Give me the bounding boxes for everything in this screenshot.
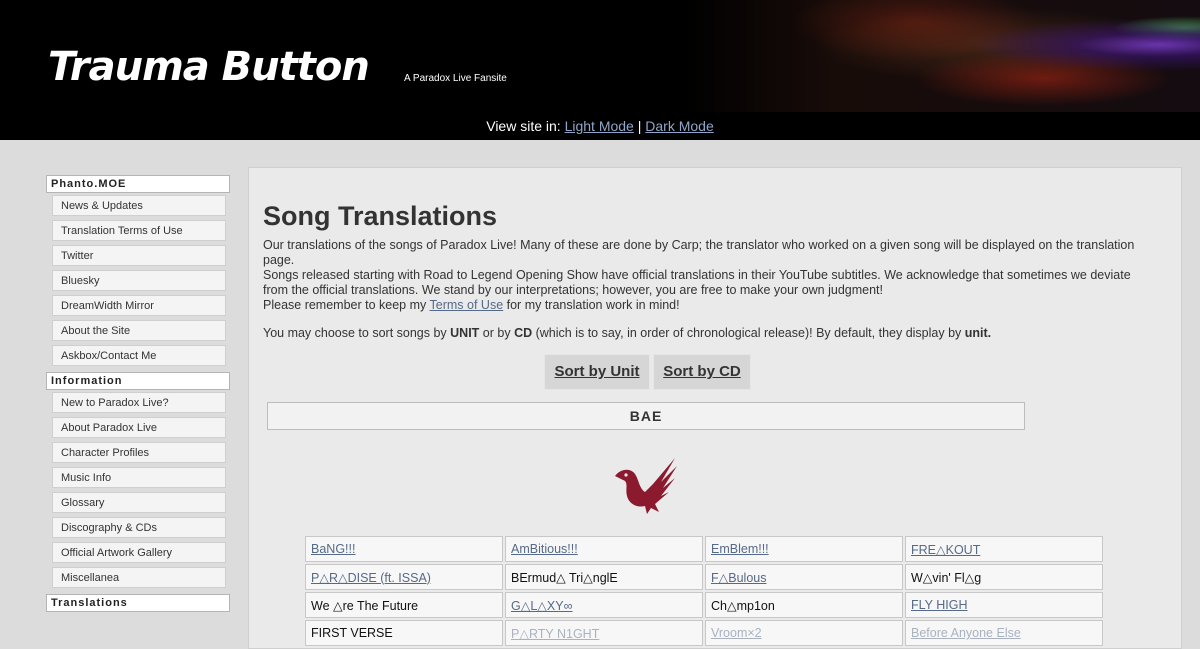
terms-of-use-link[interactable]: Terms of Use xyxy=(430,298,504,312)
sidebar-item[interactable]: Official Artwork Gallery xyxy=(52,542,226,563)
song-cell[interactable]: F△Bulous xyxy=(705,564,903,590)
song-table: BaNG!!! AmBitious!!! EmBlem!!! FRE△KOUT P△R△… xyxy=(303,534,1105,648)
site-tagline: A Paradox Live Fansite xyxy=(404,73,507,84)
sidebar-section: Phanto.MOE News & Updates Translation Term… xyxy=(46,175,230,366)
song-cell[interactable]: G△L△XY∞ xyxy=(505,592,703,618)
sort-cd-word: CD xyxy=(514,326,533,340)
sidebar-item[interactable]: Music Info xyxy=(52,467,226,488)
sidebar-item[interactable]: Askbox/Contact Me xyxy=(52,345,226,366)
sidebar-heading: Translations xyxy=(46,594,230,612)
mode-separator: | xyxy=(637,118,642,134)
intro-line-1: Our translations of the songs of Paradox… xyxy=(263,238,1135,267)
sidebar-section: Translations xyxy=(46,594,230,612)
sort-text-2: or by xyxy=(479,326,515,340)
sort-by-unit-button[interactable]: Sort by Unit xyxy=(544,354,650,390)
song-cell[interactable]: FRE△KOUT xyxy=(905,536,1103,562)
sidebar-item[interactable]: Bluesky xyxy=(52,270,226,291)
song-cell[interactable]: Before Anyone Else xyxy=(905,620,1103,646)
table-row: BaNG!!! AmBitious!!! EmBlem!!! FRE△KOUT xyxy=(305,536,1103,562)
intro-line-3-post: for my translation work in mind! xyxy=(503,298,680,312)
song-cell: Ch△mp1on xyxy=(705,592,903,618)
sort-unit-word: UNIT xyxy=(450,326,480,340)
sidebar-item[interactable]: Glossary xyxy=(52,492,226,513)
sidebar-item[interactable]: News & Updates xyxy=(52,195,226,216)
page-title: Song Translations xyxy=(263,201,498,231)
sort-by-cd-button[interactable]: Sort by CD xyxy=(653,354,751,390)
sidebar-item[interactable]: Twitter xyxy=(52,245,226,266)
song-cell[interactable]: Vroom×2 xyxy=(705,620,903,646)
table-row: We △re The Future G△L△XY∞ Ch△mp1on FLY HIGH xyxy=(305,592,1103,618)
song-cell: W△vin' Fl△g xyxy=(905,564,1103,590)
sidebar-item[interactable]: DreamWidth Mirror xyxy=(52,295,226,316)
song-cell: FIRST VERSE xyxy=(305,620,503,646)
sort-instructions: You may choose to sort songs by UNIT or … xyxy=(263,326,1163,340)
song-cell: We △re The Future xyxy=(305,592,503,618)
main-content: Song Translations Our translations of th… xyxy=(248,167,1182,649)
song-cell: BErmud△ Tri△nglE xyxy=(505,564,703,590)
sidebar-item[interactable]: Character Profiles xyxy=(52,442,226,463)
dark-mode-link[interactable]: Dark Mode xyxy=(645,118,713,134)
song-cell[interactable]: AmBitious!!! xyxy=(505,536,703,562)
sort-text-1: You may choose to sort songs by xyxy=(263,326,451,340)
sidebar-section: Information New to Paradox Live? About Par… xyxy=(46,372,230,588)
intro-text: Our translations of the songs of Paradox… xyxy=(263,238,1143,313)
song-cell[interactable]: FLY HIGH xyxy=(905,592,1103,618)
header-artwork xyxy=(680,0,1200,112)
sidebar-item[interactable]: New to Paradox Live? xyxy=(52,392,226,413)
sidebar-item[interactable]: Miscellanea xyxy=(52,567,226,588)
song-cell[interactable]: P△RTY N1GHT xyxy=(505,620,703,646)
sidebar-item[interactable]: About Paradox Live xyxy=(52,417,226,438)
light-mode-link[interactable]: Light Mode xyxy=(565,118,634,134)
sidebar-item[interactable]: Discography & CDs xyxy=(52,517,226,538)
site-header: Trauma Button A Paradox Live Fansite xyxy=(0,0,1200,112)
song-cell[interactable]: EmBlem!!! xyxy=(705,536,903,562)
sidebar: Phanto.MOE News & Updates Translation Term… xyxy=(46,175,230,618)
sidebar-item[interactable]: About the Site xyxy=(52,320,226,341)
view-mode-bar: View site in: Light Mode | Dark Mode xyxy=(0,112,1200,140)
site-title[interactable]: Trauma Button xyxy=(48,44,370,90)
view-mode-label: View site in: xyxy=(486,118,561,134)
table-row: FIRST VERSE P△RTY N1GHT Vroom×2 Before Anyo… xyxy=(305,620,1103,646)
sidebar-item[interactable]: Translation Terms of Use xyxy=(52,220,226,241)
sidebar-heading: Phanto.MOE xyxy=(46,175,230,193)
sort-text-3: (which is to say, in order of chronologi… xyxy=(532,326,965,340)
bae-phoenix-logo-icon xyxy=(609,454,679,523)
song-cell[interactable]: P△R△DISE (ft. ISSA) xyxy=(305,564,503,590)
table-row: P△R△DISE (ft. ISSA) BErmud△ Tri△nglE F△Bul… xyxy=(305,564,1103,590)
intro-line-3-pre: Please remember to keep my xyxy=(263,298,430,312)
sidebar-heading: Information xyxy=(46,372,230,390)
intro-line-2: Songs released starting with Road to Leg… xyxy=(263,268,1131,297)
unit-header-bae: BAE xyxy=(267,402,1025,430)
song-cell[interactable]: BaNG!!! xyxy=(305,536,503,562)
sort-default-word: unit. xyxy=(964,326,992,340)
